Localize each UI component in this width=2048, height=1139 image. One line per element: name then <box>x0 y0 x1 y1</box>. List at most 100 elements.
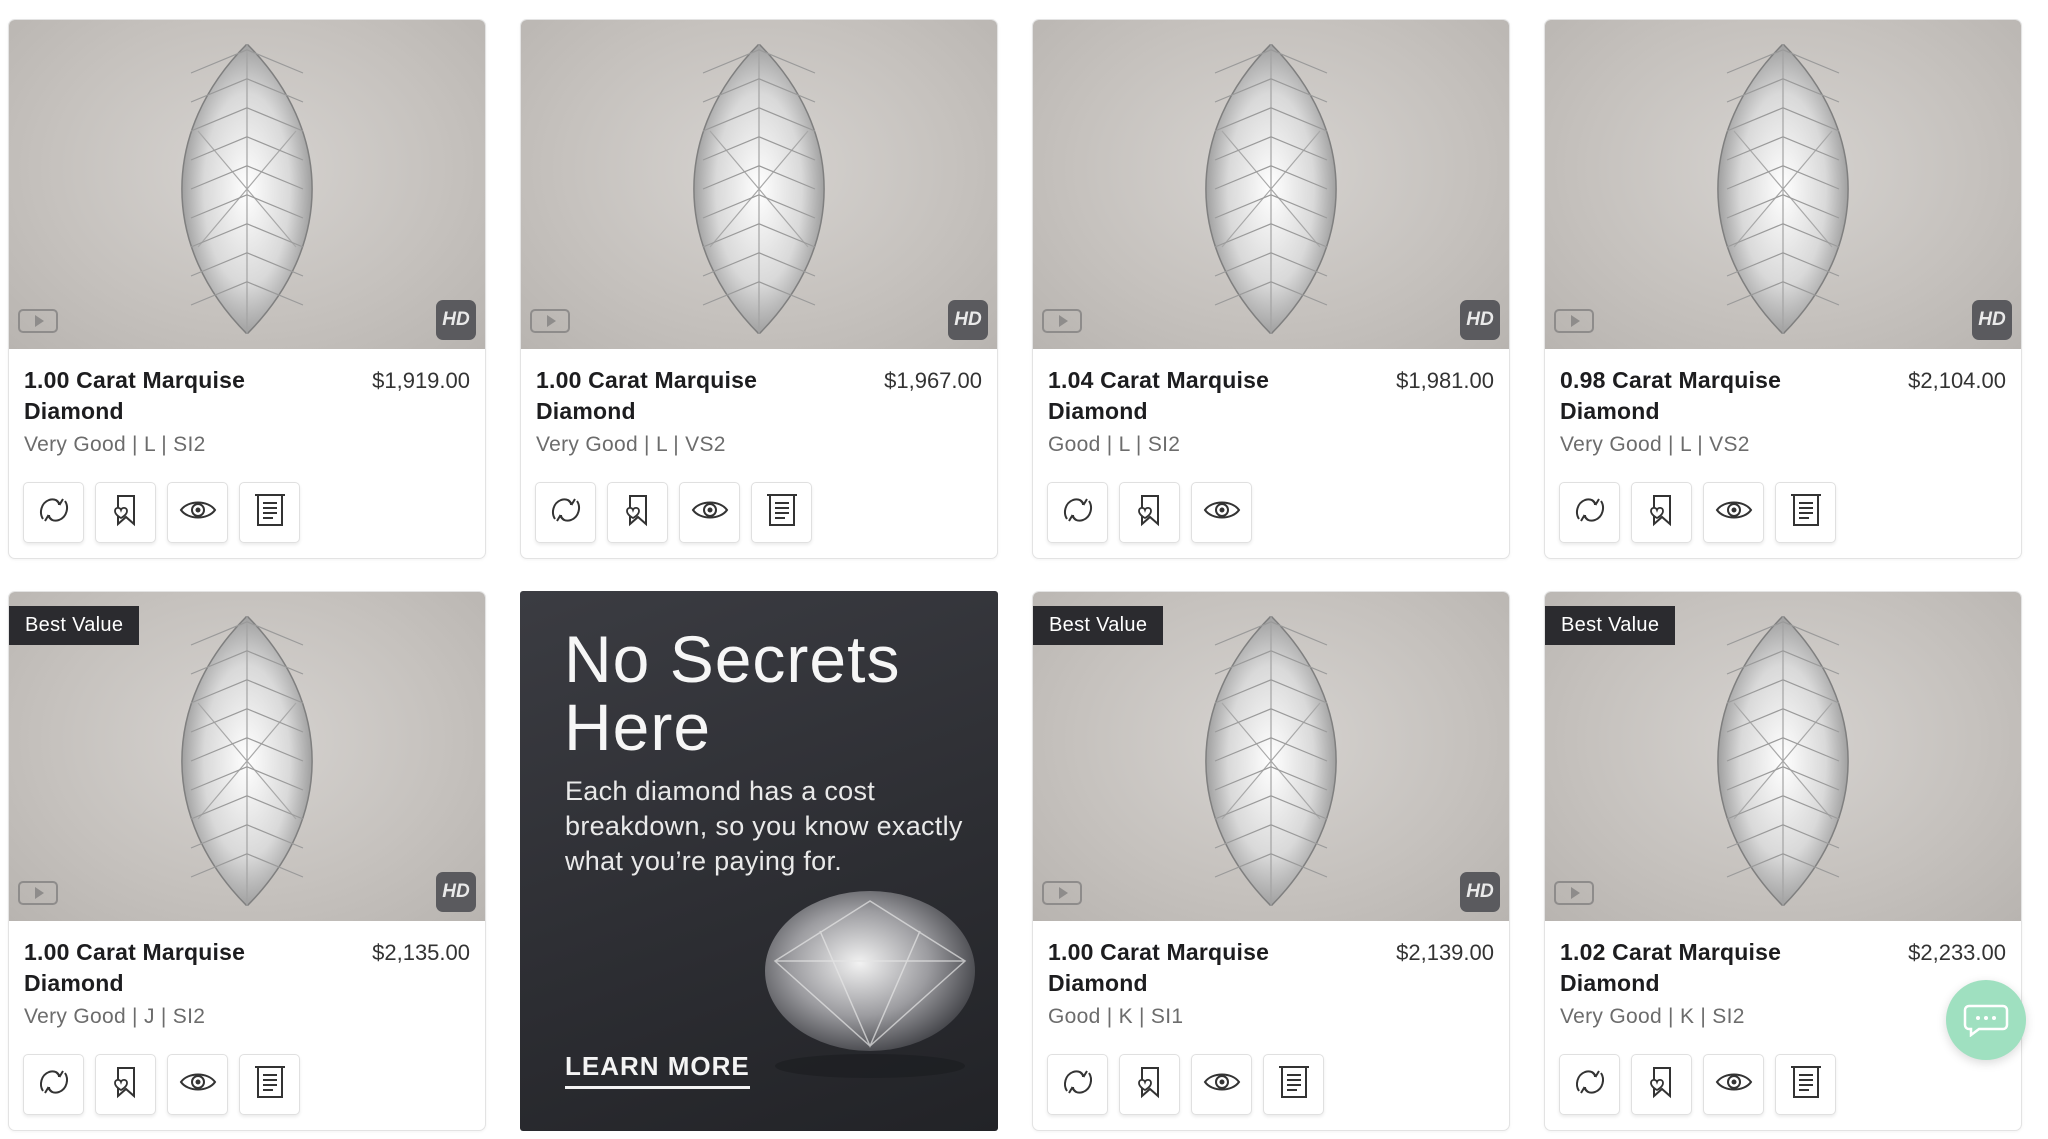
product-price: $1,981.00 <box>1396 368 1494 393</box>
wishlist-icon <box>1131 1063 1169 1106</box>
compare-icon <box>35 1063 73 1106</box>
wishlist-button[interactable] <box>1631 482 1692 543</box>
view-button[interactable] <box>1191 1054 1252 1115</box>
product-media[interactable]: Best Value HD <box>1033 592 1509 921</box>
certificate-button[interactable] <box>1775 482 1836 543</box>
best-value-badge: Best Value <box>1033 606 1164 645</box>
compare-button[interactable] <box>23 482 84 543</box>
compare-icon <box>1059 491 1097 534</box>
certificate-icon <box>252 1063 288 1106</box>
view-button[interactable] <box>167 482 228 543</box>
wishlist-icon <box>1643 1063 1681 1106</box>
video-play-icon[interactable] <box>1554 309 1594 333</box>
wishlist-button[interactable] <box>1119 1054 1180 1115</box>
compare-icon <box>1571 1063 1609 1106</box>
compare-button[interactable] <box>1559 1054 1620 1115</box>
product-title[interactable]: 1.00 Carat Marquise Diamond <box>24 365 324 427</box>
wishlist-icon <box>619 491 657 534</box>
product-card[interactable]: HD 1.00 Carat Marquise Diamond $1,967.00… <box>520 19 998 559</box>
wishlist-icon <box>107 491 145 534</box>
round-diamond-image <box>765 891 975 1078</box>
certificate-button[interactable] <box>239 1054 300 1115</box>
product-media[interactable]: Best Value HD <box>9 592 485 921</box>
card-actions <box>535 482 812 543</box>
product-specs: Very Good | K | SI2 <box>1560 1005 1745 1028</box>
product-specs: Very Good | L | SI2 <box>24 433 206 456</box>
wishlist-button[interactable] <box>95 1054 156 1115</box>
product-card[interactable]: Best Value HD 1.00 Carat Marquise Diamond… <box>1032 591 1510 1131</box>
product-price: $2,104.00 <box>1908 368 2006 393</box>
video-play-icon[interactable] <box>1554 881 1594 905</box>
certificate-button[interactable] <box>751 482 812 543</box>
best-value-badge: Best Value <box>9 606 140 645</box>
product-specs: Very Good | L | VS2 <box>1560 433 1750 456</box>
certificate-button[interactable] <box>1263 1054 1324 1115</box>
product-media[interactable]: HD <box>1545 20 2021 349</box>
diamond-image <box>693 44 825 334</box>
diamond-image <box>1205 616 1337 906</box>
promo-title: No Secrets Here <box>564 622 901 764</box>
product-card[interactable]: Best Value HD 1.00 Carat Marquise Diamond… <box>8 591 486 1131</box>
product-card[interactable]: HD 0.98 Carat Marquise Diamond $2,104.00… <box>1544 19 2022 559</box>
view-button[interactable] <box>1703 1054 1764 1115</box>
product-media[interactable]: Best Value <box>1545 592 2021 921</box>
compare-button[interactable] <box>1559 482 1620 543</box>
product-title[interactable]: 1.00 Carat Marquise Diamond <box>1048 937 1348 999</box>
video-play-icon[interactable] <box>530 309 570 333</box>
compare-icon <box>1059 1063 1097 1106</box>
compare-button[interactable] <box>535 482 596 543</box>
view-button[interactable] <box>679 482 740 543</box>
hd-badge: HD <box>1972 300 2012 340</box>
product-title[interactable]: 1.00 Carat Marquise Diamond <box>24 937 324 999</box>
video-play-icon[interactable] <box>1042 309 1082 333</box>
diamond-image <box>181 616 313 906</box>
compare-button[interactable] <box>1047 482 1108 543</box>
view-button[interactable] <box>1703 482 1764 543</box>
certificate-icon <box>1788 491 1824 534</box>
video-play-icon[interactable] <box>18 881 58 905</box>
wishlist-icon <box>1131 491 1169 534</box>
product-card[interactable]: Best Value 1.02 Carat Marquise Diamond $… <box>1544 591 2022 1131</box>
view-icon <box>178 495 218 530</box>
learn-more-link[interactable]: LEARN MORE <box>565 1051 750 1089</box>
product-media[interactable]: HD <box>9 20 485 349</box>
product-price: $1,919.00 <box>372 368 470 393</box>
wishlist-icon <box>107 1063 145 1106</box>
hd-badge: HD <box>436 872 476 912</box>
product-title[interactable]: 1.00 Carat Marquise Diamond <box>536 365 836 427</box>
certificate-button[interactable] <box>239 482 300 543</box>
view-icon <box>1202 1067 1242 1102</box>
hd-badge: HD <box>436 300 476 340</box>
certificate-icon <box>1788 1063 1824 1106</box>
product-media[interactable]: HD <box>521 20 997 349</box>
compare-button[interactable] <box>1047 1054 1108 1115</box>
card-actions <box>1047 1054 1324 1115</box>
product-media[interactable]: HD <box>1033 20 1509 349</box>
card-actions <box>1047 482 1252 543</box>
video-play-icon[interactable] <box>1042 881 1082 905</box>
video-play-icon[interactable] <box>18 309 58 333</box>
promo-banner[interactable]: No Secrets Here Each diamond has a cost … <box>520 591 998 1131</box>
compare-icon <box>547 491 585 534</box>
product-card[interactable]: HD 1.00 Carat Marquise Diamond $1,919.00… <box>8 19 486 559</box>
wishlist-button[interactable] <box>1631 1054 1692 1115</box>
compare-icon <box>35 491 73 534</box>
product-title[interactable]: 1.02 Carat Marquise Diamond <box>1560 937 1860 999</box>
certificate-button[interactable] <box>1775 1054 1836 1115</box>
product-title[interactable]: 0.98 Carat Marquise Diamond <box>1560 365 1860 427</box>
product-grid: HD 1.00 Carat Marquise Diamond $1,919.00… <box>8 19 2022 1131</box>
view-button[interactable] <box>1191 482 1252 543</box>
diamond-image <box>181 44 313 334</box>
card-actions <box>23 1054 300 1115</box>
product-card[interactable]: HD 1.04 Carat Marquise Diamond $1,981.00… <box>1032 19 1510 559</box>
compare-button[interactable] <box>23 1054 84 1115</box>
wishlist-button[interactable] <box>1119 482 1180 543</box>
card-actions <box>1559 1054 1836 1115</box>
card-actions <box>1559 482 1836 543</box>
product-title[interactable]: 1.04 Carat Marquise Diamond <box>1048 365 1348 427</box>
view-icon <box>1714 1067 1754 1102</box>
wishlist-button[interactable] <box>95 482 156 543</box>
wishlist-button[interactable] <box>607 482 668 543</box>
view-button[interactable] <box>167 1054 228 1115</box>
chat-button[interactable] <box>1946 980 2026 1060</box>
